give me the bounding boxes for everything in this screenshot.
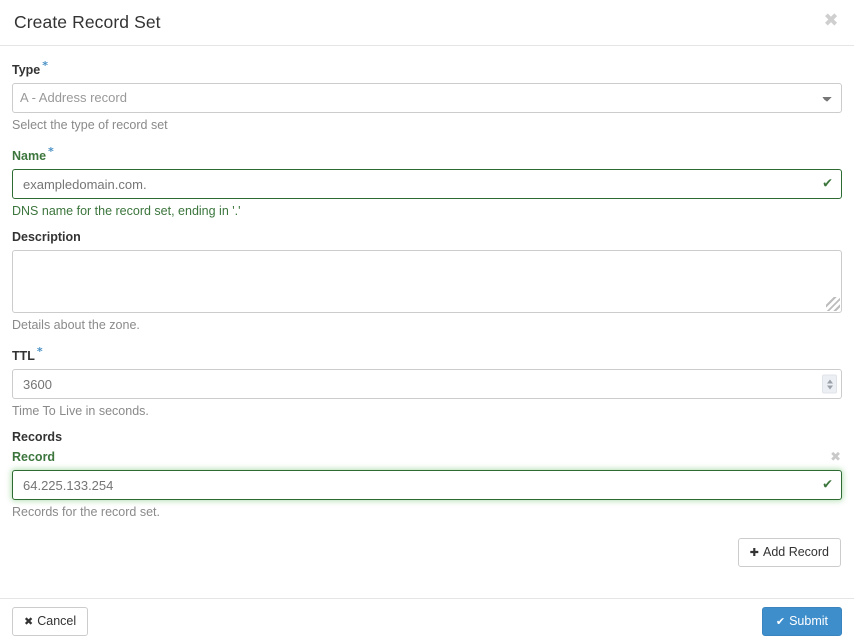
add-record-label: Add Record (762, 545, 829, 560)
type-label-text: Type (12, 63, 41, 78)
page-title: Create Record Set (14, 12, 161, 33)
cancel-label: Cancel (37, 614, 77, 629)
add-record-row: ✚ Add Record (12, 538, 842, 567)
submit-label: Submit (789, 614, 828, 629)
name-input[interactable] (12, 169, 842, 200)
modal-footer: ✖ Cancel ✔ Submit (0, 598, 854, 644)
name-label-text: Name (12, 149, 47, 164)
description-help-text: Details about the zone. (12, 318, 140, 333)
name-input-wrap: ✔ (12, 169, 842, 200)
records-help-text: Records for the record set. (12, 505, 160, 520)
create-record-set-modal: Create Record Set ✖ Type * A - Address re… (0, 0, 854, 644)
description-label: Description (12, 230, 81, 245)
name-label: Name * (12, 144, 842, 164)
type-label: Type * (12, 58, 842, 78)
close-icon[interactable]: ✖ (820, 10, 842, 32)
ttl-label-text: TTL (12, 349, 35, 364)
type-help-text: Select the type of record set (12, 118, 168, 133)
required-asterisk-icon: * (42, 59, 49, 72)
records-group-label: Records (12, 430, 63, 445)
record-label: Record (12, 450, 56, 465)
number-stepper-icon[interactable] (822, 374, 837, 394)
plus-icon: ✚ (749, 546, 759, 560)
field-group-records: Records Record ✖ ✔ Records for the recor… (12, 430, 842, 567)
modal-body: Type * A - Address record Select the type… (0, 46, 854, 598)
record-input[interactable] (12, 470, 842, 501)
modal-header: Create Record Set ✖ (0, 0, 854, 46)
description-textarea-wrap (12, 250, 842, 314)
remove-record-icon[interactable]: ✖ (830, 451, 841, 464)
stepper-up-icon[interactable] (826, 379, 833, 384)
ttl-label: TTL * (12, 344, 842, 364)
stepper-down-icon[interactable] (826, 385, 833, 390)
name-help-text: DNS name for the record set, ending in '… (12, 204, 241, 219)
add-record-button[interactable]: ✚ Add Record (737, 538, 841, 567)
submit-button[interactable]: ✔ Submit (761, 607, 842, 636)
type-select[interactable]: A - Address record (12, 83, 842, 114)
record-row: ✖ ✔ (12, 451, 842, 501)
close-x-icon: ✖ (24, 615, 34, 628)
ttl-input[interactable] (12, 369, 842, 400)
ttl-help-text: Time To Live in seconds. (12, 404, 149, 419)
description-textarea[interactable] (12, 250, 842, 314)
field-group-name: Name* ✔ DNS name for the record set, end… (12, 144, 842, 219)
required-asterisk-icon: * (48, 145, 54, 159)
ttl-input-wrap (12, 369, 842, 400)
field-group-ttl: TTL* Time To Live in seconds. (12, 344, 842, 419)
required-asterisk-icon: * (36, 345, 43, 359)
field-group-description: Description Details about the zone. (12, 230, 842, 333)
cancel-button[interactable]: ✖ Cancel (12, 607, 89, 636)
type-select-wrap: A - Address record (12, 83, 842, 114)
field-group-type: Type * A - Address record Select the type… (12, 58, 842, 133)
record-input-wrap: ✔ (12, 470, 842, 501)
check-icon: ✔ (775, 615, 786, 628)
